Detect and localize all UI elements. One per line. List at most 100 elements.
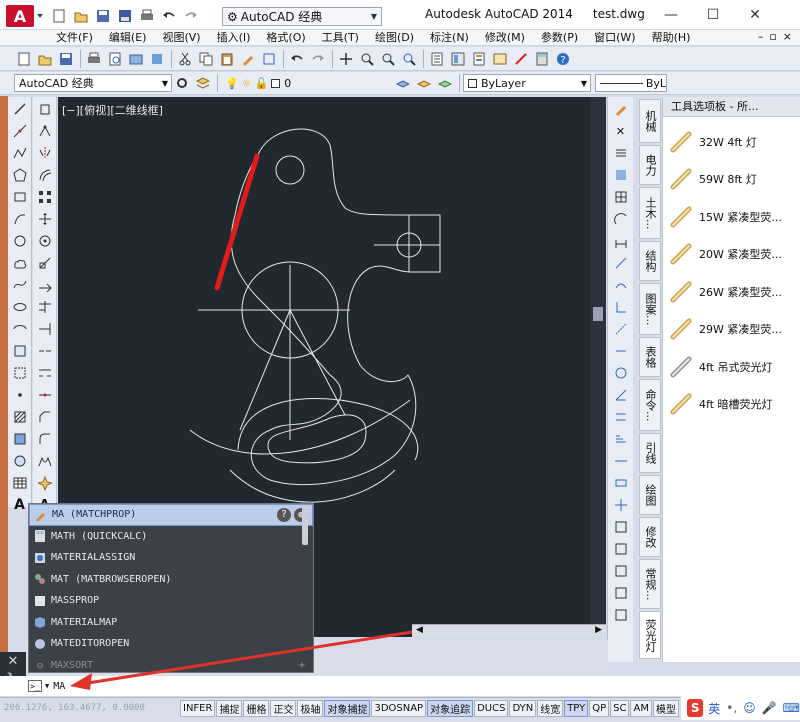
cut-icon[interactable] xyxy=(175,49,195,69)
viewport-label[interactable]: [−][俯视][二维线框] xyxy=(62,102,163,118)
gradient-icon[interactable] xyxy=(10,429,30,449)
undo-icon[interactable] xyxy=(158,6,180,26)
tool-palettes-icon[interactable] xyxy=(469,49,489,69)
insert-block-icon[interactable] xyxy=(10,341,30,361)
spline-icon[interactable] xyxy=(10,275,30,295)
make-current-icon[interactable] xyxy=(393,73,413,93)
dim-ordinate-icon[interactable] xyxy=(611,297,631,317)
grid-icon[interactable] xyxy=(611,187,631,207)
dim-update-icon[interactable] xyxy=(611,561,631,581)
dim-aligned-icon[interactable] xyxy=(611,253,631,273)
plot-icon[interactable] xyxy=(136,6,158,26)
linetype-combo[interactable]: ByL xyxy=(595,74,667,92)
dim-edit-icon[interactable] xyxy=(611,539,631,559)
dim-diameter-icon[interactable] xyxy=(611,363,631,383)
save-icon[interactable] xyxy=(56,49,76,69)
help-icon[interactable]: ? xyxy=(553,49,573,69)
properties-icon[interactable] xyxy=(427,49,447,69)
autocomplete-scrollbar[interactable] xyxy=(302,505,308,545)
toggle-dyn[interactable]: DYN xyxy=(509,700,537,717)
match-properties-icon[interactable] xyxy=(611,99,631,119)
block-editor-icon[interactable] xyxy=(259,49,279,69)
plot-icon[interactable] xyxy=(84,49,104,69)
layer-combo[interactable]: 💡 ☼ 🔓 0 xyxy=(221,74,297,92)
toggle-tpy[interactable]: TPY xyxy=(564,700,589,717)
blend-icon[interactable] xyxy=(35,451,55,471)
save-icon[interactable] xyxy=(92,6,114,26)
dim-jogged-icon[interactable] xyxy=(611,341,631,361)
chevron-down-icon[interactable]: ▼ xyxy=(45,682,49,690)
model-space-button[interactable]: 模型 xyxy=(652,700,679,717)
close-icon[interactable]: ✕ xyxy=(734,4,776,26)
tolerance-icon[interactable] xyxy=(611,473,631,493)
palette-item[interactable]: 26W 紧凑型荧... xyxy=(663,273,800,311)
emoji-icon[interactable]: ☺ xyxy=(743,701,756,715)
line-icon[interactable] xyxy=(10,99,30,119)
palette-item[interactable]: 32W 4ft 灯 xyxy=(663,123,800,161)
microphone-icon[interactable]: 🎤 xyxy=(762,701,777,715)
menu-window[interactable]: 窗口(W) xyxy=(586,30,643,46)
dim-style-icon[interactable] xyxy=(611,583,631,603)
menu-insert[interactable]: 插入(I) xyxy=(209,30,259,46)
polyline-icon[interactable] xyxy=(10,143,30,163)
linetype-icon[interactable] xyxy=(611,143,631,163)
break-at-point-icon[interactable] xyxy=(35,341,55,361)
polygon-icon[interactable] xyxy=(10,165,30,185)
workspace-dropdown[interactable]: ⚙ AutoCAD 经典 ▼ xyxy=(222,7,382,26)
close-icon[interactable]: ✕ xyxy=(611,121,631,141)
pan-icon[interactable] xyxy=(336,49,356,69)
tab-structural[interactable]: 结构 xyxy=(639,241,661,281)
make-block-icon[interactable] xyxy=(10,363,30,383)
toggle-am[interactable]: AM xyxy=(630,700,652,717)
tab-fluorescent[interactable]: 荧光灯 xyxy=(639,611,661,659)
toggle-osnap[interactable]: 对象捕捉 xyxy=(324,700,371,717)
toggle-snap[interactable]: 捕捉 xyxy=(216,700,243,717)
paste-icon[interactable] xyxy=(217,49,237,69)
palette-item[interactable]: 4ft 吊式荧光灯 xyxy=(663,348,800,386)
quickcalc-icon[interactable] xyxy=(532,49,552,69)
menu-view[interactable]: 视图(V) xyxy=(154,30,208,46)
tab-commands[interactable]: 命令... xyxy=(639,379,661,431)
trim-icon[interactable] xyxy=(35,297,55,317)
close-icon[interactable]: ✕ xyxy=(0,654,26,669)
3dprint-icon[interactable] xyxy=(147,49,167,69)
redo-icon[interactable] xyxy=(180,6,202,26)
markup-icon[interactable] xyxy=(511,49,531,69)
palette-item[interactable]: 4ft 暗槽荧光灯 xyxy=(663,386,800,424)
toggle-qp[interactable]: QP xyxy=(589,700,610,717)
toggle-grid[interactable]: 栅格 xyxy=(243,700,270,717)
autocomplete-item[interactable]: MATERIALASSIGN xyxy=(29,547,313,569)
mirror-icon[interactable] xyxy=(35,143,55,163)
punctuation-icon[interactable]: •, xyxy=(726,701,737,715)
toggle-3dosnap[interactable]: 3DOSNAP xyxy=(371,700,427,717)
copy-icon[interactable] xyxy=(196,49,216,69)
redo-icon[interactable] xyxy=(308,49,328,69)
rectangle-icon[interactable] xyxy=(10,187,30,207)
toggle-polar[interactable]: 极轴 xyxy=(297,700,324,717)
workspace-combo[interactable]: AutoCAD 经典 ▼ xyxy=(14,74,172,92)
menu-format[interactable]: 格式(O) xyxy=(258,30,313,46)
rotate-icon[interactable] xyxy=(35,231,55,251)
region-icon[interactable] xyxy=(10,451,30,471)
break-icon[interactable] xyxy=(35,363,55,383)
color-combo[interactable]: ByLayer ▼ xyxy=(463,74,591,92)
tab-general[interactable]: 常规... xyxy=(639,559,661,609)
menu-help[interactable]: 帮助(H) xyxy=(644,30,699,46)
zoom-realtime-icon[interactable] xyxy=(357,49,377,69)
zoom-window-icon[interactable] xyxy=(378,49,398,69)
autocomplete-item[interactable]: MASSPROP xyxy=(29,590,313,612)
dim-angular-icon[interactable] xyxy=(611,385,631,405)
layer-previous-icon[interactable] xyxy=(414,73,434,93)
toggle-otrack[interactable]: 对象追踪 xyxy=(427,700,474,717)
circle-icon[interactable] xyxy=(10,231,30,251)
publish-icon[interactable] xyxy=(126,49,146,69)
menu-draw[interactable]: 绘图(D) xyxy=(367,30,422,46)
palette-item[interactable]: 20W 紧凑型荧... xyxy=(663,236,800,274)
preview-icon[interactable] xyxy=(105,49,125,69)
inspection-icon[interactable] xyxy=(611,517,631,537)
sheet-set-icon[interactable] xyxy=(490,49,510,69)
tab-draw[interactable]: 绘图 xyxy=(639,475,661,515)
explode-icon[interactable] xyxy=(35,473,55,493)
baseline-icon[interactable] xyxy=(611,429,631,449)
workspace-settings-icon[interactable] xyxy=(172,73,192,93)
